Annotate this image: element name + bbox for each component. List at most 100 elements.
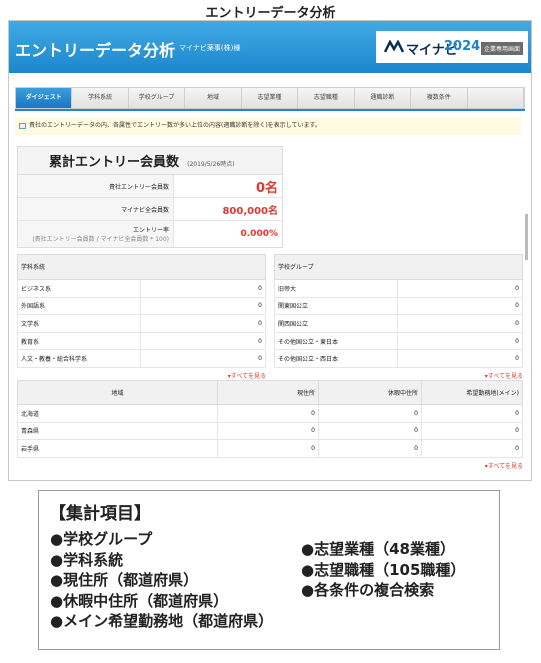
notice-banner: 貴社のエントリーデータの内、各属性でエントリー数が多い上位の内容(適職診断を除く… — [15, 117, 521, 135]
list-item: 文学系 0 — [17, 315, 266, 333]
summary-panel: 累計エントリー会員数 (2019/5/26時点) 貴社エントリー会員数 0名 マ… — [17, 146, 283, 248]
summary-label-text: エントリー率 — [132, 227, 169, 234]
tab-digest[interactable]: ダイジェスト — [16, 88, 73, 108]
school-group-see-all-link[interactable]: ▾すべてを見る — [274, 371, 523, 380]
tab-aptitude[interactable]: 通職診断 — [354, 88, 412, 108]
region-cell: 0 — [218, 440, 319, 458]
item-line: ●志望職種（105職種） — [301, 560, 466, 579]
list-item-count: 0 — [258, 302, 262, 310]
summary-label-sub: (貴社エントリー会員数 / マイナビ全会員数 * 100) — [32, 236, 169, 243]
item-line: ●現住所（都道府県） — [50, 571, 199, 589]
page-title: エントリーデータ分析 — [205, 6, 336, 21]
summary-title: 累計エントリー会員数 — [49, 155, 180, 170]
entry-rate-value: 0.000% — [240, 229, 279, 239]
app-window: エントリーデータ分析 マイナビ薬事(株)様 マイナビ 2024 企業専用画面 ダ… — [8, 20, 532, 481]
mynavi-mark-icon — [384, 40, 404, 53]
app-header: エントリーデータ分析 マイナビ薬事(株)様 マイナビ 2024 企業専用画面 — [9, 21, 531, 73]
info-icon — [19, 123, 26, 129]
scrollbar[interactable] — [525, 214, 528, 260]
summary-header: 累計エントリー会員数 (2019/5/26時点) — [18, 147, 282, 175]
region-cell: 0 — [319, 422, 422, 441]
list-item: その他国公立・東日本 0 — [274, 332, 523, 351]
faculty-panel: 学科系統 ビジネス系 0 外国語系 0 文学系 0 教育系 0 人文・教養・総合科学系 0… — [17, 254, 266, 380]
list-item-name: 教育系 — [18, 332, 141, 350]
school-group-panel: 学校グループ 旧帝大 0 関東国公立 0 関西国公立 0 その他国公立・東日本 0 その… — [274, 254, 523, 380]
list-item-name: 外国語系 — [18, 297, 141, 315]
list-item-count: 0 — [258, 337, 262, 345]
list-item: 関西国公立 0 — [274, 315, 523, 333]
region-cell: 0 — [319, 405, 422, 423]
region-see-all-link[interactable]: ▾すべてを見る — [17, 461, 523, 470]
faculty-header: 学科系統 — [17, 254, 266, 280]
list-item-name: 関西国公立 — [275, 315, 398, 332]
list-item: 人文・教養・総合科学系 0 — [17, 350, 266, 368]
tab-faculty[interactable]: 学科系統 — [72, 88, 129, 108]
faculty-see-all-link[interactable]: ▾すべてを見る — [17, 371, 266, 380]
list-item-count: 0 — [515, 337, 519, 345]
list-item-name: その他国公立・東日本 — [275, 332, 398, 350]
item-line: ●学科系統 — [50, 550, 124, 569]
total-members-value: 800,000名 — [222, 205, 278, 217]
summary-label-text: 貴社エントリー会員数 — [108, 183, 169, 191]
items-title: 【集計項目】 — [49, 504, 151, 524]
list-item: 外国語系 0 — [17, 297, 266, 316]
region-table: 地域 現住所 休暇中住所 希望勤務地(メイン) 北海道 0 0 0 青森県 0 … — [17, 380, 523, 470]
brand-logo: マイナビ 2024 企業専用画面 — [376, 31, 528, 63]
list-item-count: 0 — [258, 355, 262, 363]
list-item-name: 関東国公立 — [275, 297, 398, 315]
list-item-name: 文学系 — [18, 315, 141, 332]
summary-row: 貴社エントリー会員数 0名 — [18, 175, 282, 198]
region-cell: 0 — [422, 440, 523, 458]
region-header: 地域 — [17, 380, 218, 405]
list-item-count: 0 — [515, 355, 519, 363]
region-cell: 0 — [319, 440, 422, 458]
entry-count-value: 0名 — [255, 180, 278, 196]
region-name: 北海道 — [17, 405, 218, 423]
tab-industry[interactable]: 志望業種 — [241, 88, 299, 108]
preferred-location-header: 希望勤務地(メイン) — [421, 380, 523, 405]
current-address-header: 現住所 — [217, 380, 319, 405]
tab-school-group[interactable]: 学校グループ — [128, 88, 186, 108]
list-item-count: 0 — [258, 284, 262, 292]
region-cell: 0 — [218, 405, 319, 423]
item-line: ●各条件の複合検索 — [301, 581, 435, 599]
summary-label-text: マイナビ全会員数 — [121, 206, 169, 214]
summary-row: エントリー率 (貴社エントリー会員数 / マイナビ全会員数 * 100) 0.0… — [18, 221, 282, 247]
list-item-count: 0 — [515, 319, 519, 327]
list-item: ビジネス系 0 — [17, 280, 266, 298]
summary-label: 貴社エントリー会員数 — [18, 175, 174, 197]
list-item-name: 旧帝大 — [275, 280, 398, 297]
brand-year: 2024 — [444, 39, 481, 54]
list-item-count: 0 — [258, 319, 262, 327]
list-item-name: ビジネス系 — [18, 280, 141, 297]
tab-empty — [467, 88, 524, 108]
list-item: 旧帝大 0 — [274, 280, 523, 298]
summary-row: マイナビ全会員数 800,000名 — [18, 198, 282, 221]
region-name: 岩手県 — [17, 440, 218, 458]
school-group-header: 学校グループ — [274, 254, 523, 280]
company-name: マイナビ薬事(株)様 — [179, 44, 241, 52]
tab-multi-condition[interactable]: 複数条件 — [411, 88, 468, 108]
item-line: ●志望業種（48業種） — [301, 540, 455, 558]
region-cell: 0 — [422, 405, 523, 423]
items-left-column: ●学校グループ ●学科系統 ●現住所（都道府県） ●休暇中住所（都道府県） ●メ… — [50, 529, 273, 632]
items-right-column: ●志望業種（48業種） ●志望職種（105職種） ●各条件の複合検索 — [301, 539, 465, 601]
list-item: 教育系 0 — [17, 332, 266, 351]
item-line: ●休暇中住所（都道府県） — [50, 591, 229, 610]
list-item-count: 0 — [515, 284, 519, 292]
region-cell: 0 — [218, 422, 319, 441]
item-line: ●学校グループ — [50, 530, 153, 548]
vacation-address-header: 休暇中住所 — [318, 380, 422, 405]
list-item: その他国公立・西日本 0 — [274, 350, 523, 368]
tab-bar: ダイジェスト 学科系統 学校グループ 地域 志望業種 志望職種 通職診断 複数条… — [15, 87, 525, 109]
app-title: エントリーデータ分析 — [15, 41, 176, 60]
brand-badge: 企業専用画面 — [481, 42, 524, 55]
list-item-name: 人文・教養・総合科学系 — [18, 350, 141, 367]
list-item-count: 0 — [515, 302, 519, 310]
region-name: 青森県 — [17, 422, 218, 441]
aggregation-items-box: 【集計項目】 ●学校グループ ●学科系統 ●現住所（都道府県） ●休暇中住所（都… — [38, 490, 500, 650]
region-cell: 0 — [422, 422, 523, 441]
list-item-name: その他国公立・西日本 — [275, 350, 398, 367]
tab-region[interactable]: 地域 — [185, 88, 242, 108]
tab-occupation[interactable]: 志望職種 — [298, 88, 355, 108]
